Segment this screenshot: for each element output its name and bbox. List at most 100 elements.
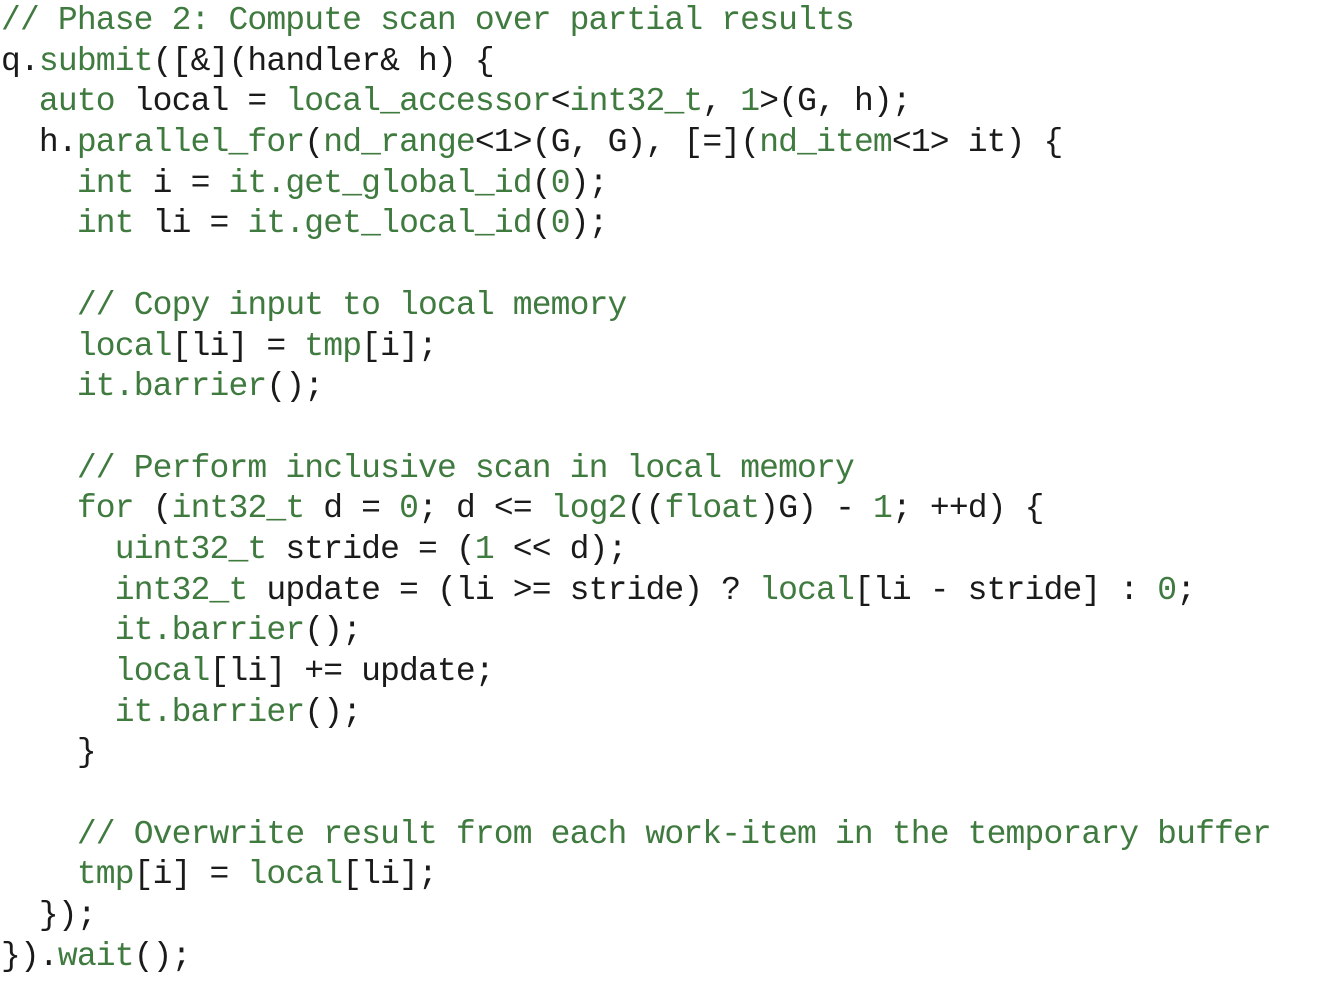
code-token-plain: li = xyxy=(133,205,248,243)
code-token-func: wait xyxy=(57,937,135,975)
code-token-keyword: float xyxy=(664,490,761,528)
code-line: it.barrier(); xyxy=(0,611,1342,652)
code-line: auto local = local_accessor<int32_t, 1>(… xyxy=(0,82,1342,123)
code-line: int li = it.get_local_id(0); xyxy=(0,204,1342,245)
code-line: tmp[i] = local[li]; xyxy=(0,855,1342,896)
code-token-plain: stride = ( xyxy=(266,530,475,568)
code-token-comment: // Perform inclusive scan in local memor… xyxy=(76,449,855,487)
code-token-type: nd_item xyxy=(759,124,893,162)
code-line: int32_t update = (li >= stride) ? local[… xyxy=(0,571,1342,612)
code-token-plain: ; ++d) { xyxy=(891,490,1044,528)
code-line: it.barrier(); xyxy=(0,367,1342,408)
code-token-type: local_accessor xyxy=(285,83,551,121)
code-token-plain: << d); xyxy=(493,530,628,568)
code-token-func: it.barrier xyxy=(76,368,267,406)
code-token-comment: // Phase 2: Compute scan over partial re… xyxy=(1,2,855,39)
code-token-plain: , xyxy=(702,83,741,121)
code-token-plain: [li - stride] : xyxy=(853,571,1158,609)
code-line: local[li] = tmp[i]; xyxy=(0,327,1342,368)
code-token-plain: h. xyxy=(1,124,78,162)
code-token-plain: [i]; xyxy=(361,327,438,365)
code-token-plain: ; d <= xyxy=(418,490,551,528)
code-token-func: it.barrier xyxy=(114,612,305,650)
code-token-plain: d = xyxy=(304,490,400,528)
code-token-plain: ; xyxy=(1176,571,1196,609)
code-line: }); xyxy=(0,896,1342,937)
code-token-func: tmp xyxy=(304,327,362,365)
code-token-keyword: auto xyxy=(38,83,116,121)
code-token-func: local xyxy=(759,571,855,609)
code-token-type: int32_t xyxy=(569,83,704,121)
code-token-plain: (( xyxy=(626,490,666,528)
code-token-plain: (); xyxy=(266,368,324,406)
code-token-number: 0 xyxy=(550,205,571,243)
code-token-plain: ); xyxy=(569,205,609,243)
code-token-comment: // Copy input to local memory xyxy=(76,286,628,324)
code-token-plain: >(G, h); xyxy=(759,83,911,121)
code-token-keyword: for xyxy=(76,490,135,528)
code-token-plain: <1> it) { xyxy=(891,124,1063,162)
code-line: // Perform inclusive scan in local memor… xyxy=(0,449,1342,490)
code-token-func: parallel_for xyxy=(76,124,305,162)
code-token-plain: [li]; xyxy=(342,856,438,894)
code-token-type: int32_t xyxy=(171,490,306,528)
code-line: uint32_t stride = (1 << d); xyxy=(0,530,1342,571)
code-listing: // Phase 2: Compute scan over partial re… xyxy=(0,0,1342,988)
code-token-plain: )G) - xyxy=(759,490,874,528)
code-token-plain: (); xyxy=(304,612,362,650)
code-token-func: submit xyxy=(38,42,154,80)
code-line: it.barrier(); xyxy=(0,693,1342,734)
code-token-type: nd_range xyxy=(323,124,475,162)
code-line: for (int32_t d = 0; d <= log2((float)G) … xyxy=(0,489,1342,530)
code-token-plain: [li] = xyxy=(171,327,305,365)
code-token-keyword: int xyxy=(76,164,135,202)
code-token-func: tmp xyxy=(76,856,135,894)
code-line: local[li] += update; xyxy=(0,652,1342,693)
code-token-func: it.get_global_id xyxy=(228,164,532,202)
code-token-plain: ); xyxy=(569,164,609,202)
code-token-plain: <1>(G, G), [=]( xyxy=(474,124,760,162)
code-token-type: int32_t xyxy=(114,571,249,609)
code-token-plain: local = xyxy=(114,83,286,121)
code-token-func: it.barrier xyxy=(114,693,305,731)
code-token-func: local xyxy=(76,327,173,365)
code-token-plain: (); xyxy=(304,693,362,731)
code-line: } xyxy=(0,733,1342,774)
code-line: }).wait(); xyxy=(0,937,1342,978)
code-token-plain: ( xyxy=(133,490,173,528)
code-token-func: local xyxy=(247,856,343,894)
code-token-plain: update = (li >= stride) ? xyxy=(247,571,760,609)
code-token-func: local xyxy=(114,653,211,690)
code-token-plain: ( xyxy=(304,124,324,162)
code-token-number: 1 xyxy=(474,530,495,568)
code-token-plain: }). xyxy=(1,937,59,975)
code-line: // Copy input to local memory xyxy=(0,286,1342,327)
code-token-plain: [li] += update; xyxy=(209,653,495,690)
code-line: h.parallel_for(nd_range<1>(G, G), [=](nd… xyxy=(0,123,1342,164)
code-token-plain: < xyxy=(550,83,571,121)
code-token-type: uint32_t xyxy=(114,530,267,568)
code-token-plain: i = xyxy=(133,164,229,202)
code-token-comment: // Overwrite result from each work-item … xyxy=(76,815,1272,853)
code-token-number: 0 xyxy=(550,164,571,202)
code-line: // Phase 2: Compute scan over partial re… xyxy=(0,1,1342,42)
code-token-number: 1 xyxy=(873,490,893,528)
code-token-plain: ( xyxy=(531,164,552,202)
